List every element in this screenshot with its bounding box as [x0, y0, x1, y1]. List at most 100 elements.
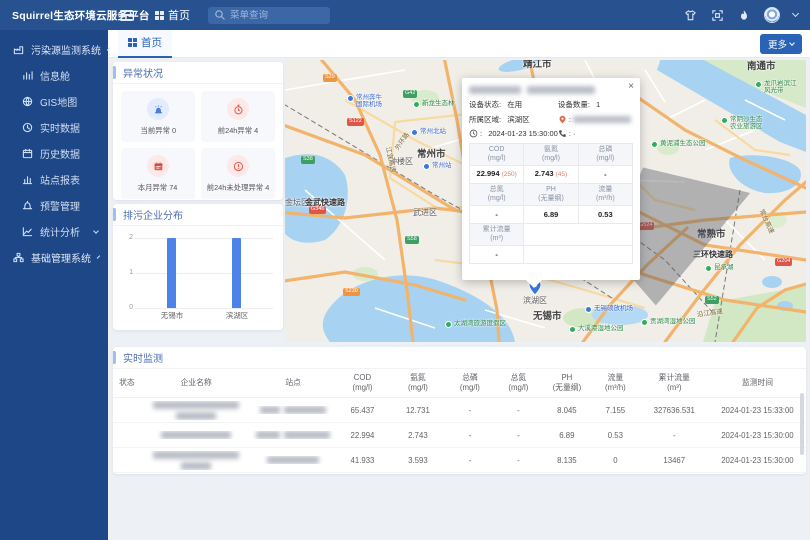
menu-toggle-icon[interactable] — [120, 10, 133, 21]
map-poi-park[interactable]: 新龙生态林 — [413, 100, 455, 108]
road-badge: S122 — [347, 118, 364, 126]
card-month-abnormal[interactable]: 本月异常 74 — [121, 148, 195, 199]
map-poi-park[interactable]: 常阴沙生态 农业旅游区 — [721, 116, 763, 131]
redacted-company-name — [141, 451, 252, 470]
map-poi-station[interactable]: 常州北站 — [411, 128, 446, 136]
road-badge: G42 — [403, 90, 417, 98]
table-scrollbar[interactable] — [800, 393, 804, 455]
tab-bar: 首页 更多 — [108, 30, 810, 58]
map-poi-airport[interactable]: 无锡硕放机场 — [585, 305, 633, 313]
menu-search[interactable] — [208, 7, 330, 24]
park-icon — [755, 81, 762, 88]
phone-icon — [558, 129, 567, 138]
bar-binhu[interactable] — [232, 238, 241, 308]
park-icon — [705, 265, 712, 272]
org-tree-icon — [12, 251, 24, 263]
search-input[interactable] — [230, 10, 324, 21]
panel-title: 异常状况 — [113, 62, 283, 84]
map-poi-park[interactable]: 太湖湾旅游度假区 — [445, 320, 506, 328]
chevron-down-icon — [93, 228, 99, 234]
park-icon — [651, 141, 658, 148]
top-header: Squirrel生态环境云服务平台 首页 — [0, 0, 810, 30]
abnormal-status-panel: 异常状况 当前异常 0 前24h异常 4 本月异常 74 前24h未处理异常 4 — [113, 62, 283, 200]
redacted-company-name — [141, 431, 252, 439]
popup-metrics-table: COD(mg/l) 氨氮(mg/l) 总磷(mg/l) 22.994 (250)… — [469, 143, 633, 264]
table-row[interactable]: 41.933 3.593 - - 8.135 0 13467 2024-01-2… — [113, 448, 806, 473]
clock-icon — [469, 129, 478, 138]
card-unhandled-abnormal[interactable]: 前24h未处理异常 4 — [201, 148, 275, 199]
redacted-station-name — [252, 456, 335, 464]
road-badge: S38 — [301, 156, 315, 164]
home-grid-icon — [155, 11, 164, 20]
sidebar-item-alert-management[interactable]: 预警管理 — [0, 192, 108, 218]
chevron-down-icon — [97, 255, 101, 259]
dashboard-icon — [21, 69, 33, 81]
line-chart-icon — [21, 225, 33, 237]
calendar-icon — [147, 155, 169, 177]
map-poi-park[interactable]: 黄泥浦生态公园 — [651, 140, 706, 148]
road-badge: S58 — [405, 236, 419, 244]
redacted-company-name — [141, 401, 252, 420]
flame-icon[interactable] — [737, 8, 751, 22]
card-current-abnormal[interactable]: 当前异常 0 — [121, 91, 195, 142]
device-phone: : · — [558, 129, 633, 138]
sidebar-item-realtime-data[interactable]: 实时数据 — [0, 114, 108, 140]
map-label-district: 武进区 — [413, 208, 437, 217]
sidebar-item-info-board[interactable]: 信息舱 — [0, 62, 108, 88]
bar-wuxi[interactable] — [167, 238, 176, 308]
map-poi-station[interactable]: 常州站 — [423, 162, 452, 170]
siren-icon — [147, 98, 169, 120]
map-poi-park[interactable]: 大溪港湿地公园 — [569, 325, 624, 333]
globe-icon — [21, 95, 33, 107]
sidebar-section-base-system[interactable]: 基础管理系统 — [0, 244, 108, 270]
map-label-city: 靖江市 — [523, 60, 552, 71]
redacted-company-title — [469, 86, 633, 94]
theme-skin-icon[interactable] — [683, 8, 697, 22]
bar-chart-icon — [21, 173, 33, 185]
airport-icon — [347, 95, 354, 102]
map-label-city: 无锡市 — [533, 312, 562, 323]
sidebar: 污染源监测系统 信息舱 GIS地图 实时数据 历史数据 站点报表 预警管理 统计… — [0, 30, 108, 540]
map-poi-airport[interactable]: 常州奔牛 国际机场 — [347, 94, 382, 109]
sidebar-item-station-report[interactable]: 站点报表 — [0, 166, 108, 192]
tab-grid-icon — [128, 38, 137, 47]
sidebar-item-gis-map[interactable]: GIS地图 — [0, 88, 108, 114]
sidebar-item-history-data[interactable]: 历史数据 — [0, 140, 108, 166]
device-status: 设备状态: 在用 — [469, 99, 558, 110]
park-icon — [569, 326, 576, 333]
card-last24h-abnormal[interactable]: 前24h异常 4 — [201, 91, 275, 142]
map-poi-park[interactable]: 龙爪岩滨江 风光带 — [755, 80, 797, 95]
tab-home[interactable]: 首页 — [118, 30, 172, 58]
table-row[interactable]: 22.994 2.743 - - 6.89 0.53 - 2024-01-23 … — [113, 423, 806, 448]
train-station-icon — [411, 129, 418, 136]
device-info-popup: × 设备状态: 在用 设备数量: 1 所属区域: 滨湖区 : : 2024-01… — [462, 78, 640, 280]
user-menu-chevron-down-icon[interactable] — [792, 10, 799, 17]
panel-title: 实时监测 — [113, 347, 806, 369]
map-label-city: 南通市 — [747, 62, 776, 73]
device-address: : — [558, 114, 633, 125]
redacted-station-name — [252, 406, 335, 414]
realtime-monitor-panel: 实时监测 状态 企业名称 站点 COD(mg/l) 氨氮(mg/l) 总磷(mg… — [113, 347, 806, 474]
nav-home[interactable]: 首页 — [155, 7, 190, 23]
map-poi-park[interactable]: 昆承湖 — [705, 264, 734, 272]
airport-icon — [585, 306, 592, 313]
history-icon — [21, 147, 33, 159]
sidebar-item-statistics[interactable]: 统计分析 — [0, 218, 108, 244]
sidebar-section-pollution-monitor[interactable]: 污染源监测系统 — [0, 36, 108, 62]
user-avatar[interactable] — [764, 7, 780, 23]
location-pin-icon — [558, 115, 567, 124]
popup-close-icon[interactable]: × — [628, 81, 634, 92]
table-row[interactable]: 65.437 12.731 - - 8.045 7.155 327636.531… — [113, 398, 806, 423]
fullscreen-icon[interactable] — [710, 8, 724, 22]
more-button[interactable]: 更多 — [760, 34, 802, 54]
stopwatch-icon — [227, 98, 249, 120]
map-label-district: 滨湖区 — [523, 296, 547, 305]
factory-monitor-icon — [12, 43, 24, 55]
park-icon — [641, 319, 648, 326]
bar-chart: 2 1 0 无锡市 滨湖区 — [119, 228, 277, 328]
device-count: 设备数量: 1 — [558, 99, 633, 110]
device-time: : 2024-01-23 15:30:00 — [469, 129, 558, 138]
map-poi-park[interactable]: 贡湖湾湿地公园 — [641, 318, 696, 326]
app-logo: Squirrel生态环境云服务平台 — [0, 8, 108, 23]
search-icon — [214, 8, 226, 22]
